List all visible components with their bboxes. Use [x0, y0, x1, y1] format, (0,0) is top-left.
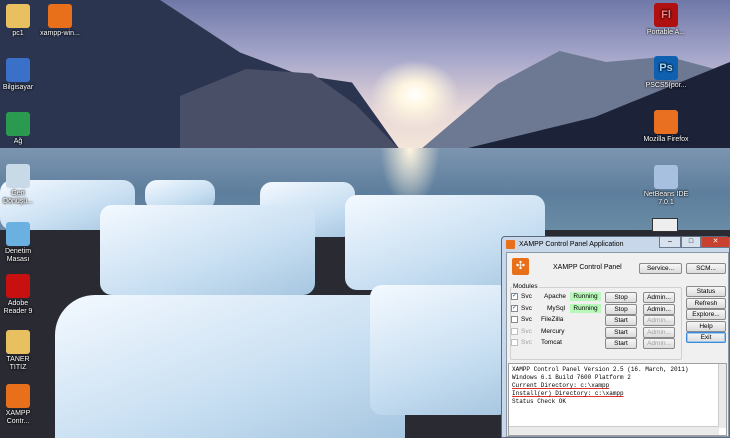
desktop-icon[interactable]: Bilgisayar: [0, 58, 36, 92]
user-folder-icon: [6, 4, 30, 28]
folder-icon: [6, 330, 30, 354]
desktop-icon-label: xampp-win...: [40, 30, 80, 37]
window-title: XAMPP Control Panel Application: [519, 240, 624, 248]
desktop-icon[interactable]: TANER TITIZ: [0, 330, 36, 372]
svc-label: Svc: [521, 293, 532, 300]
module-name: Apache: [544, 293, 567, 300]
desktop-icon[interactable]: Geri Dönüşü...: [0, 164, 36, 206]
svc-checkbox-mercury[interactable]: [511, 327, 518, 335]
desktop-icon[interactable]: XAMPP Contr...: [0, 384, 36, 426]
admin-button-filezilla[interactable]: Admin...: [643, 315, 675, 326]
refresh-button[interactable]: Refresh: [686, 297, 726, 309]
desktop-icon[interactable]: Ps PSCS5(por...: [636, 56, 696, 90]
control-panel-icon: [6, 222, 30, 246]
modules-label: Modules: [512, 283, 539, 290]
desktop-icon-label: XAMPP Contr...: [5, 410, 31, 425]
desktop-icon[interactable]: NetBeans IDE 7.0.1: [636, 165, 696, 207]
svc-label: Svc: [521, 304, 532, 312]
maximize-button[interactable]: □: [681, 237, 701, 248]
desktop-icon-label: PSCS5(por...: [645, 82, 687, 89]
log-line: Status Check OK: [512, 398, 567, 405]
desktop-icon[interactable]: Denetim Masası: [0, 222, 36, 264]
svc-label: Svc: [521, 316, 532, 323]
network-icon: [6, 112, 30, 136]
log-line: Windows 6.1 Build 7600 Platform 2: [512, 374, 631, 381]
status-button[interactable]: Status: [686, 286, 726, 297]
module-name: Mercury: [541, 327, 565, 335]
desktop-icon[interactable]: Fl Portable A...: [636, 3, 696, 37]
desktop-icon[interactable]: Adobe Reader 9: [0, 274, 36, 316]
horizontal-scrollbar[interactable]: [509, 426, 719, 435]
svc-checkbox-filezilla[interactable]: [511, 316, 518, 323]
firefox-icon: [654, 110, 678, 134]
desktop-icon[interactable]: Mozilla Firefox: [636, 110, 696, 144]
xampp-icon: [6, 384, 30, 408]
svc-checkbox-tomcat[interactable]: [511, 339, 518, 346]
log-line: Current Directory: c:\xampp: [512, 382, 610, 389]
desktop-icon-label: Geri Dönüşü...: [3, 190, 33, 205]
client-area: ✣ XAMPP Control Panel Service... SCM... …: [506, 252, 729, 437]
log-line: Install(er) Directory: c:\xampp: [512, 390, 624, 397]
start-button-mercury[interactable]: Start: [605, 326, 637, 338]
desktop-icon[interactable]: Ağ: [0, 112, 36, 146]
help-button[interactable]: Help: [686, 320, 726, 332]
xampp-logo: ✣: [512, 258, 529, 275]
desktop-icon-label: Portable A...: [646, 29, 686, 36]
desktop-icon-label: NetBeans IDE 7.0.1: [643, 191, 689, 206]
svc-label: Svc: [521, 339, 532, 346]
explore-button[interactable]: Explore...: [686, 309, 726, 321]
recycle-bin-icon: [6, 164, 30, 188]
netbeans-icon: [654, 165, 678, 189]
photoshop-icon: Ps: [654, 56, 678, 80]
xampp-control-panel-window: XAMPP Control Panel Application – □ ✕ ✣ …: [501, 236, 730, 438]
exit-button[interactable]: Exit: [686, 332, 726, 344]
svc-checkbox-apache[interactable]: ✓: [511, 293, 518, 300]
svc-label: Svc: [521, 327, 532, 335]
close-button[interactable]: ✕: [701, 237, 730, 248]
computer-icon: [6, 58, 30, 82]
status-badge: Running: [570, 303, 601, 313]
vertical-scrollbar[interactable]: [718, 364, 726, 428]
module-name: MySql: [547, 304, 566, 312]
admin-button-mercury[interactable]: Admin...: [643, 326, 675, 338]
flash-icon: Fl: [654, 3, 678, 27]
stop-button-apache[interactable]: Stop: [605, 292, 637, 303]
desktop-icon-label: Adobe Reader 9: [3, 300, 33, 315]
minimize-button[interactable]: –: [659, 237, 681, 248]
adobe-reader-icon: [6, 274, 30, 298]
service-button[interactable]: Service...: [639, 263, 682, 274]
desktop-icon-label: Bilgisayar: [2, 84, 34, 91]
desktop-icon-label: Denetim Masası: [4, 248, 32, 263]
scm-button[interactable]: SCM...: [686, 263, 726, 274]
admin-button-mysql[interactable]: Admin...: [643, 303, 675, 315]
stop-button-mysql[interactable]: Stop: [605, 303, 637, 315]
module-name: Tomcat: [541, 339, 562, 346]
start-button-tomcat[interactable]: Start: [605, 338, 637, 349]
log-line: XAMPP Control Panel Version 2.5 (16. Mar…: [512, 366, 689, 373]
admin-button-apache[interactable]: Admin...: [643, 292, 675, 303]
xampp-icon: [506, 239, 515, 249]
xampp-icon: [48, 4, 72, 28]
admin-button-tomcat[interactable]: Admin...: [643, 338, 675, 349]
header-title: XAMPP Control Panel: [553, 264, 622, 271]
hardware-icon[interactable]: [652, 218, 678, 232]
svc-checkbox-mysql[interactable]: ✓: [511, 304, 518, 312]
desktop-icon[interactable]: xampp-win...: [30, 4, 90, 38]
module-name: FileZilla: [541, 316, 564, 323]
desktop-icon-label: Ağ: [13, 138, 23, 145]
status-badge: Running: [570, 292, 601, 301]
start-button-filezilla[interactable]: Start: [605, 315, 637, 326]
desktop-icon-label: TANER TITIZ: [6, 356, 30, 371]
log-output: XAMPP Control Panel Version 2.5 (16. Mar…: [508, 363, 727, 436]
desktop-icon-label: Mozilla Firefox: [643, 136, 689, 143]
